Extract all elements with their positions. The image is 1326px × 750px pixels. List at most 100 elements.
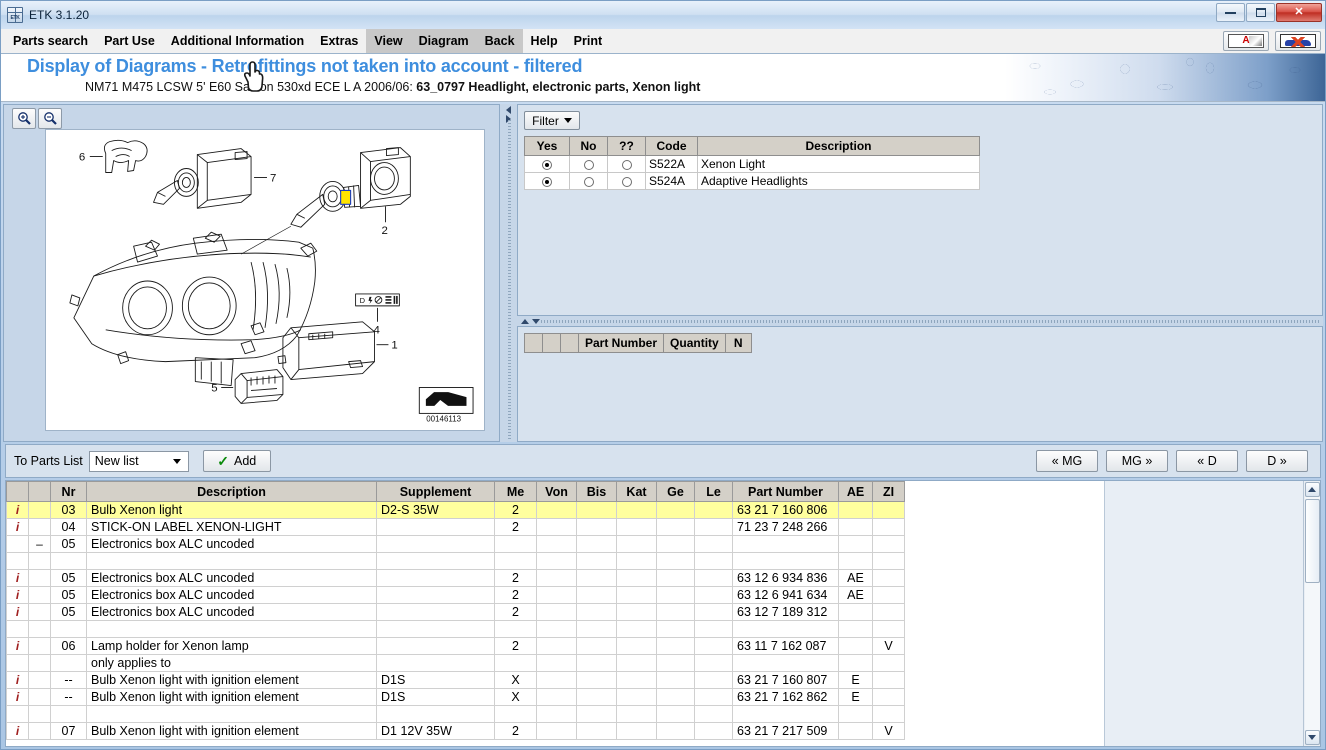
table-row[interactable]: only applies to [6, 654, 905, 672]
code-no-cell[interactable] [569, 155, 608, 173]
info-icon[interactable]: i [16, 588, 19, 602]
menu-extras[interactable]: Extras [312, 29, 366, 53]
parts-col-nr[interactable]: Nr [50, 481, 87, 502]
scroll-up-button[interactable] [1304, 482, 1320, 497]
table-row[interactable] [6, 620, 905, 638]
code-description[interactable]: Xenon Light [697, 155, 980, 173]
parts-col-bis[interactable]: Bis [576, 481, 617, 502]
parts-col-le[interactable]: Le [694, 481, 733, 502]
close-button[interactable]: ✕ [1276, 3, 1322, 22]
filter-dropdown-button[interactable]: Filter [524, 111, 580, 130]
menu-back[interactable]: Back [476, 29, 523, 53]
radio-unknown[interactable] [621, 176, 632, 187]
alphabet-index-icon[interactable]: A [1223, 31, 1269, 51]
scroll-track[interactable] [1304, 497, 1320, 730]
minimize-button[interactable] [1216, 3, 1245, 22]
code-value[interactable]: S524A [645, 172, 698, 190]
table-row[interactable]: i 07 Bulb Xenon light with ignition elemen… [6, 722, 905, 740]
vertical-splitter[interactable] [500, 104, 517, 442]
table-row[interactable]: i -- Bulb Xenon light with ignition elemen… [6, 688, 905, 706]
prev-diagram-button[interactable]: « D [1176, 450, 1238, 472]
info-icon[interactable]: i [16, 724, 19, 738]
code-unknown-cell[interactable] [607, 172, 646, 190]
info-icon[interactable]: i [16, 673, 19, 687]
table-row[interactable]: i -- Bulb Xenon light with ignition elemen… [6, 671, 905, 689]
parts-col-me[interactable]: Me [494, 481, 537, 502]
parts-cell-info[interactable]: i [6, 569, 29, 587]
zoom-in-icon[interactable] [12, 107, 36, 129]
parts-col-expander[interactable] [28, 481, 51, 502]
parts-cell-info[interactable]: i [6, 722, 29, 740]
table-row[interactable]: i 04 STICK-ON LABEL XENON-LIGHT 2 71 23 7 24… [6, 518, 905, 536]
parts-col-part-number[interactable]: Part Number [732, 481, 839, 502]
radio-yes[interactable] [542, 159, 552, 170]
codes-col-code[interactable]: Code [645, 136, 698, 156]
parts-col-info[interactable] [6, 481, 29, 502]
code-yes-cell[interactable] [524, 155, 570, 173]
parts-col-zi[interactable]: ZI [872, 481, 905, 502]
table-row[interactable]: S524A Adaptive Headlights [524, 172, 980, 190]
parts-cell-info[interactable]: i [6, 603, 29, 621]
table-row[interactable]: i 06 Lamp holder for Xenon lamp 2 63 11 7 16… [6, 637, 905, 655]
sel-col-blank2[interactable] [542, 333, 561, 353]
menu-parts-search[interactable]: Parts search [5, 29, 96, 53]
collapse-up-icon[interactable] [521, 318, 529, 324]
parts-cell-expander[interactable]: – [28, 535, 51, 553]
codes-col-unknown[interactable]: ?? [607, 136, 646, 156]
menu-additional-information[interactable]: Additional Information [163, 29, 312, 53]
code-yes-cell[interactable] [524, 172, 570, 190]
radio-yes[interactable] [542, 176, 552, 187]
info-icon[interactable]: i [16, 690, 19, 704]
codes-col-description[interactable]: Description [697, 136, 980, 156]
parts-list-select[interactable]: New list [88, 450, 189, 472]
maximize-button[interactable] [1246, 3, 1275, 22]
collapse-down-icon[interactable] [532, 318, 540, 324]
table-row[interactable]: i 05 Electronics box ALC uncoded 2 63 12 7 1… [6, 603, 905, 621]
menu-part-use[interactable]: Part Use [96, 29, 163, 53]
info-icon[interactable]: i [16, 520, 19, 534]
zoom-out-icon[interactable] [38, 107, 62, 129]
collapse-left-icon[interactable] [506, 106, 511, 114]
code-description[interactable]: Adaptive Headlights [697, 172, 980, 190]
info-icon[interactable]: i [16, 571, 19, 585]
parts-cell-info[interactable]: i [6, 688, 29, 706]
table-row[interactable]: i 05 Electronics box ALC uncoded 2 63 12 6 9… [6, 586, 905, 604]
parts-col-description[interactable]: Description [86, 481, 377, 502]
info-icon[interactable]: i [16, 605, 19, 619]
codes-col-yes[interactable]: Yes [524, 136, 570, 156]
parts-cell-info[interactable]: i [6, 671, 29, 689]
scroll-down-button[interactable] [1304, 730, 1320, 745]
parts-cell-info[interactable]: i [6, 637, 29, 655]
table-row[interactable] [6, 552, 905, 570]
sel-col-blank3[interactable] [560, 333, 579, 353]
next-main-group-button[interactable]: MG » [1106, 450, 1168, 472]
add-button[interactable]: ✓ Add [202, 450, 271, 472]
radio-no[interactable] [583, 159, 594, 170]
parts-cell-info[interactable]: i [6, 501, 29, 519]
prev-main-group-button[interactable]: « MG [1036, 450, 1098, 472]
menu-diagram[interactable]: Diagram [410, 29, 477, 53]
menu-help[interactable]: Help [523, 29, 566, 53]
scroll-thumb[interactable] [1304, 499, 1320, 583]
parts-col-supplement[interactable]: Supplement [376, 481, 495, 502]
table-row[interactable] [6, 705, 905, 723]
table-row[interactable]: –05 Electronics box ALC uncoded [6, 535, 905, 553]
code-no-cell[interactable] [569, 172, 608, 190]
info-icon[interactable]: i [16, 639, 19, 653]
codes-col-no[interactable]: No [569, 136, 608, 156]
table-row[interactable]: i 05 Electronics box ALC uncoded 2 63 12 6 9… [6, 569, 905, 587]
parts-col-ae[interactable]: AE [838, 481, 873, 502]
table-row[interactable]: S522A Xenon Light [524, 155, 980, 173]
sel-col-n[interactable]: N [724, 333, 752, 353]
next-diagram-button[interactable]: D » [1246, 450, 1308, 472]
radio-unknown[interactable] [621, 159, 632, 170]
collapse-group-icon[interactable]: – [36, 537, 43, 551]
table-row[interactable]: i 03 Bulb Xenon light D2-S 35W 2 63 21 7 160 … [6, 501, 905, 519]
radio-no[interactable] [583, 176, 594, 187]
parts-col-von[interactable]: Von [536, 481, 577, 502]
parts-cell-info[interactable]: i [6, 586, 29, 604]
sel-col-part-number[interactable]: Part Number [577, 333, 665, 353]
parts-col-kat[interactable]: Kat [616, 481, 657, 502]
menu-print[interactable]: Print [566, 29, 610, 53]
menu-view[interactable]: View [366, 29, 411, 53]
